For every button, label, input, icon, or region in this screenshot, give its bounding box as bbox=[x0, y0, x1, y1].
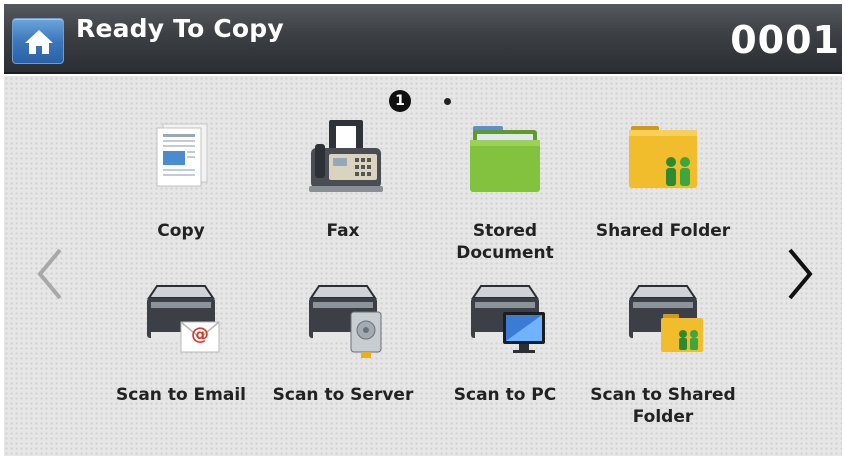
scan-to-email-icon: @ bbox=[147, 285, 220, 353]
app-shared-folder-label: Shared Folder bbox=[595, 221, 731, 241]
app-stored-document-label: Stored Document bbox=[430, 220, 580, 264]
svg-text:@: @ bbox=[191, 324, 209, 345]
app-fax[interactable]: Fax bbox=[268, 118, 418, 268]
copy-counter: 0001 bbox=[730, 18, 840, 62]
next-page-button[interactable] bbox=[784, 246, 818, 306]
app-scan-to-server-label: Scan to Server bbox=[272, 385, 414, 405]
page-dot-active[interactable]: 1 bbox=[389, 90, 411, 112]
fax-icon bbox=[309, 120, 383, 192]
home-icon bbox=[25, 30, 53, 54]
screen: Ready To Copy 0001 1 Copy Fax Stored Doc… bbox=[4, 4, 842, 456]
previous-page-button[interactable] bbox=[32, 246, 66, 306]
app-stored-document-label-line1: Stored bbox=[472, 221, 538, 241]
app-grid-area: 1 Copy Fax Stored Document Shared Folder… bbox=[4, 76, 842, 456]
scan-to-server-icon bbox=[309, 285, 382, 358]
app-scan-to-shared-folder[interactable]: Scan to Shared Folder bbox=[588, 280, 738, 430]
page-title: Ready To Copy bbox=[76, 14, 284, 43]
app-scan-to-shared-folder-label-line1: Scan to Shared bbox=[590, 385, 736, 405]
header-bar: Ready To Copy 0001 bbox=[4, 4, 842, 74]
home-button[interactable] bbox=[12, 18, 64, 64]
app-scan-to-email[interactable]: @ Scan to Email bbox=[106, 280, 256, 430]
shared-folder-icon bbox=[629, 126, 697, 188]
page-dot-2[interactable] bbox=[444, 98, 451, 105]
app-scan-to-email-label: Scan to Email bbox=[116, 385, 246, 405]
app-scan-to-pc-label: Scan to PC bbox=[453, 385, 557, 405]
scan-to-pc-icon bbox=[471, 285, 545, 353]
chevron-right-icon bbox=[788, 248, 813, 300]
page-indicator: 1 bbox=[389, 90, 469, 112]
app-scan-to-pc[interactable]: Scan to PC bbox=[430, 280, 580, 430]
app-stored-document-label-line2: Document bbox=[456, 243, 554, 263]
copy-icon bbox=[156, 123, 208, 187]
app-stored-document[interactable]: Stored Document bbox=[430, 118, 580, 268]
scan-to-shared-folder-icon bbox=[629, 285, 703, 352]
stored-document-icon bbox=[470, 126, 540, 192]
app-scan-to-shared-folder-label: Scan to Shared Folder bbox=[588, 384, 738, 428]
chevron-left-icon bbox=[37, 248, 62, 300]
app-fax-label: Fax bbox=[326, 221, 360, 241]
app-copy-label: Copy bbox=[157, 221, 205, 241]
app-scan-to-shared-folder-label-line2: Folder bbox=[632, 407, 694, 427]
app-scan-to-server[interactable]: Scan to Server bbox=[268, 280, 418, 430]
app-copy[interactable]: Copy bbox=[106, 118, 256, 268]
app-shared-folder[interactable]: Shared Folder bbox=[588, 118, 738, 268]
